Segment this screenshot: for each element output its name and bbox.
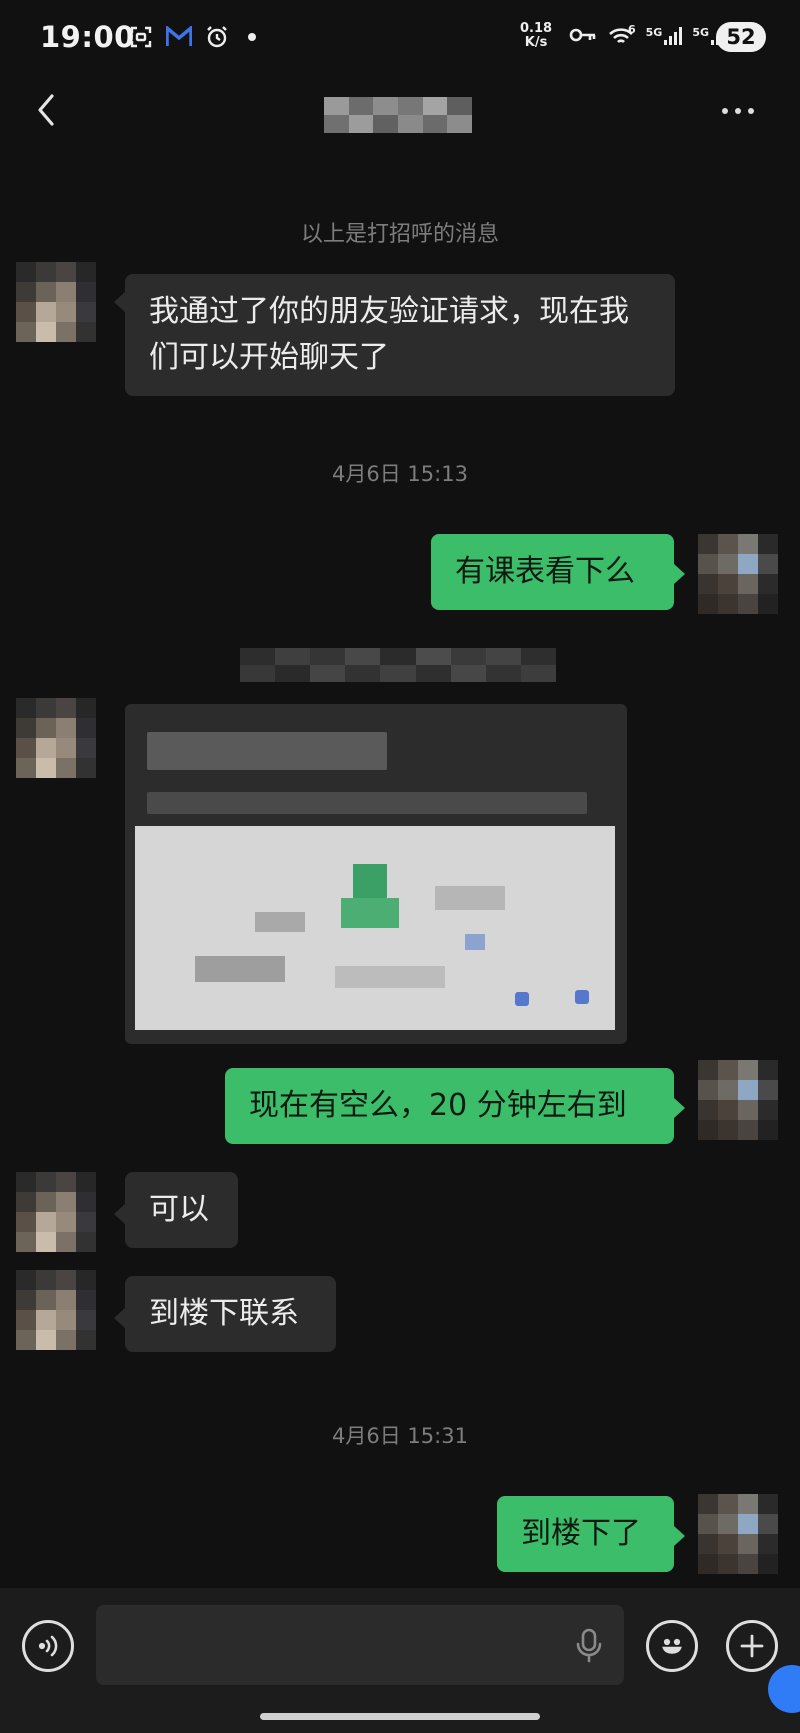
location-name-blurred: [147, 732, 387, 770]
greeting-notice: 以上是打招呼的消息: [300, 222, 499, 247]
status-time: 19:00: [40, 20, 135, 54]
plus-icon[interactable]: [726, 1620, 778, 1672]
message-bubble-outgoing[interactable]: 有课表看下么: [431, 534, 674, 610]
chat-title: [324, 97, 472, 133]
message-bubble-outgoing[interactable]: 到楼下了: [497, 1496, 674, 1572]
my-avatar[interactable]: [698, 1060, 778, 1140]
status-icons-left: [128, 24, 256, 50]
net-speed: 0.18 K/s: [520, 22, 552, 50]
bubble-tail: [674, 1098, 685, 1118]
voice-icon[interactable]: [22, 1620, 74, 1672]
alarm-icon: [204, 24, 230, 50]
dot-icon: [248, 33, 256, 41]
location-address-blurred: [147, 792, 587, 814]
emoji-icon[interactable]: [646, 1620, 698, 1672]
signal-icon: 5G: [646, 26, 683, 45]
bubble-tail: [674, 564, 685, 584]
timestamp: 4月6日 15:13: [332, 462, 468, 486]
message-input[interactable]: [96, 1605, 624, 1685]
avatar[interactable]: [16, 1270, 96, 1350]
bubble-tail: [114, 1308, 125, 1328]
message-bubble-incoming[interactable]: 我通过了你的朋友验证请求，现在我们可以开始聊天了: [125, 274, 675, 396]
avatar[interactable]: [16, 262, 96, 342]
message-bubble-incoming[interactable]: 到楼下联系: [125, 1276, 336, 1352]
avatar[interactable]: [16, 1172, 96, 1252]
mail-app-icon: [166, 24, 192, 50]
map-marker-icon: [353, 864, 387, 898]
more-dots-icon[interactable]: [722, 108, 754, 114]
my-avatar[interactable]: [698, 534, 778, 614]
my-avatar[interactable]: [698, 1494, 778, 1574]
net-speed-unit: K/s: [524, 35, 548, 50]
message-bubble-incoming[interactable]: 可以: [125, 1172, 238, 1248]
location-card[interactable]: [125, 704, 627, 1044]
bubble-tail: [114, 1204, 125, 1224]
blurred-label: [240, 648, 556, 682]
home-indicator[interactable]: [260, 1713, 540, 1720]
timestamp: 4月6日 15:31: [332, 1424, 468, 1448]
chevron-left-icon[interactable]: [28, 90, 68, 130]
status-icons-right: 6 5G 5G: [568, 22, 730, 48]
sim2-label: 5G: [692, 25, 710, 39]
battery-indicator: 52: [716, 22, 766, 52]
map-thumbnail: [135, 826, 615, 1030]
sim1-label: 5G: [645, 25, 663, 39]
bubble-tail: [114, 292, 125, 312]
key-icon: [568, 22, 598, 48]
mic-icon[interactable]: [574, 1628, 604, 1664]
wifi-icon: 6: [608, 23, 636, 48]
bubble-tail: [674, 1526, 685, 1546]
avatar[interactable]: [16, 698, 96, 778]
scan-icon: [128, 24, 154, 50]
message-bubble-outgoing[interactable]: 现在有空么，20 分钟左右到: [225, 1068, 674, 1144]
wifi-badge: 6: [628, 22, 636, 36]
net-speed-value: 0.18: [520, 21, 553, 36]
